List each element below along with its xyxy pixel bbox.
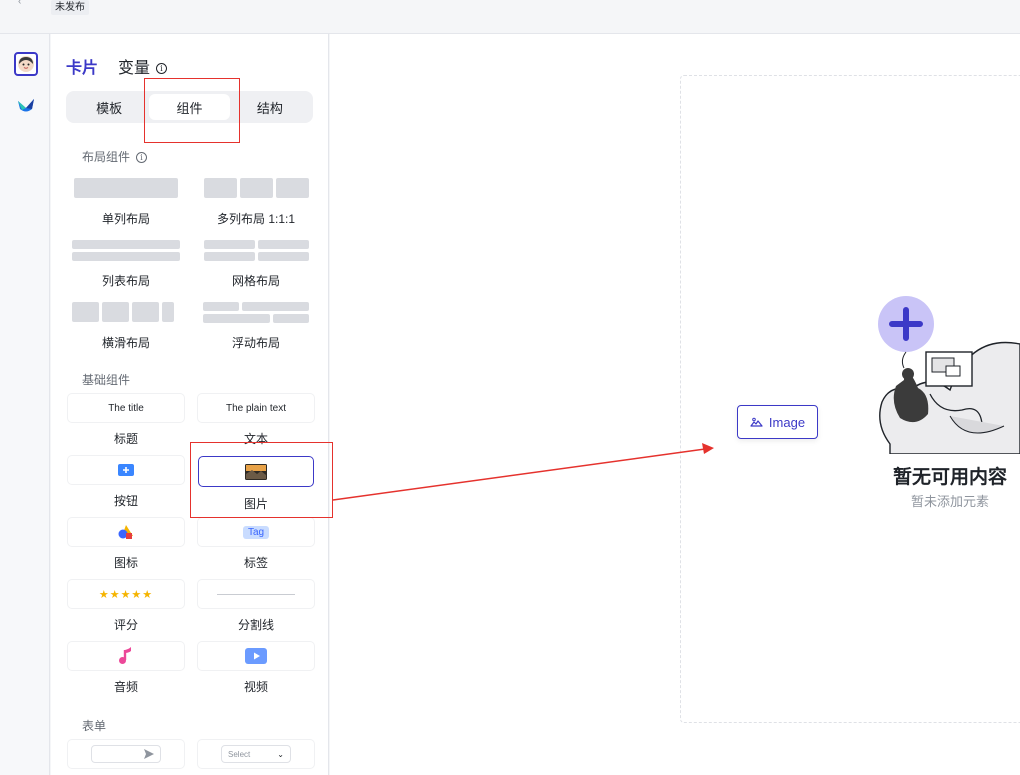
drag-arrow-icon — [332, 443, 714, 501]
